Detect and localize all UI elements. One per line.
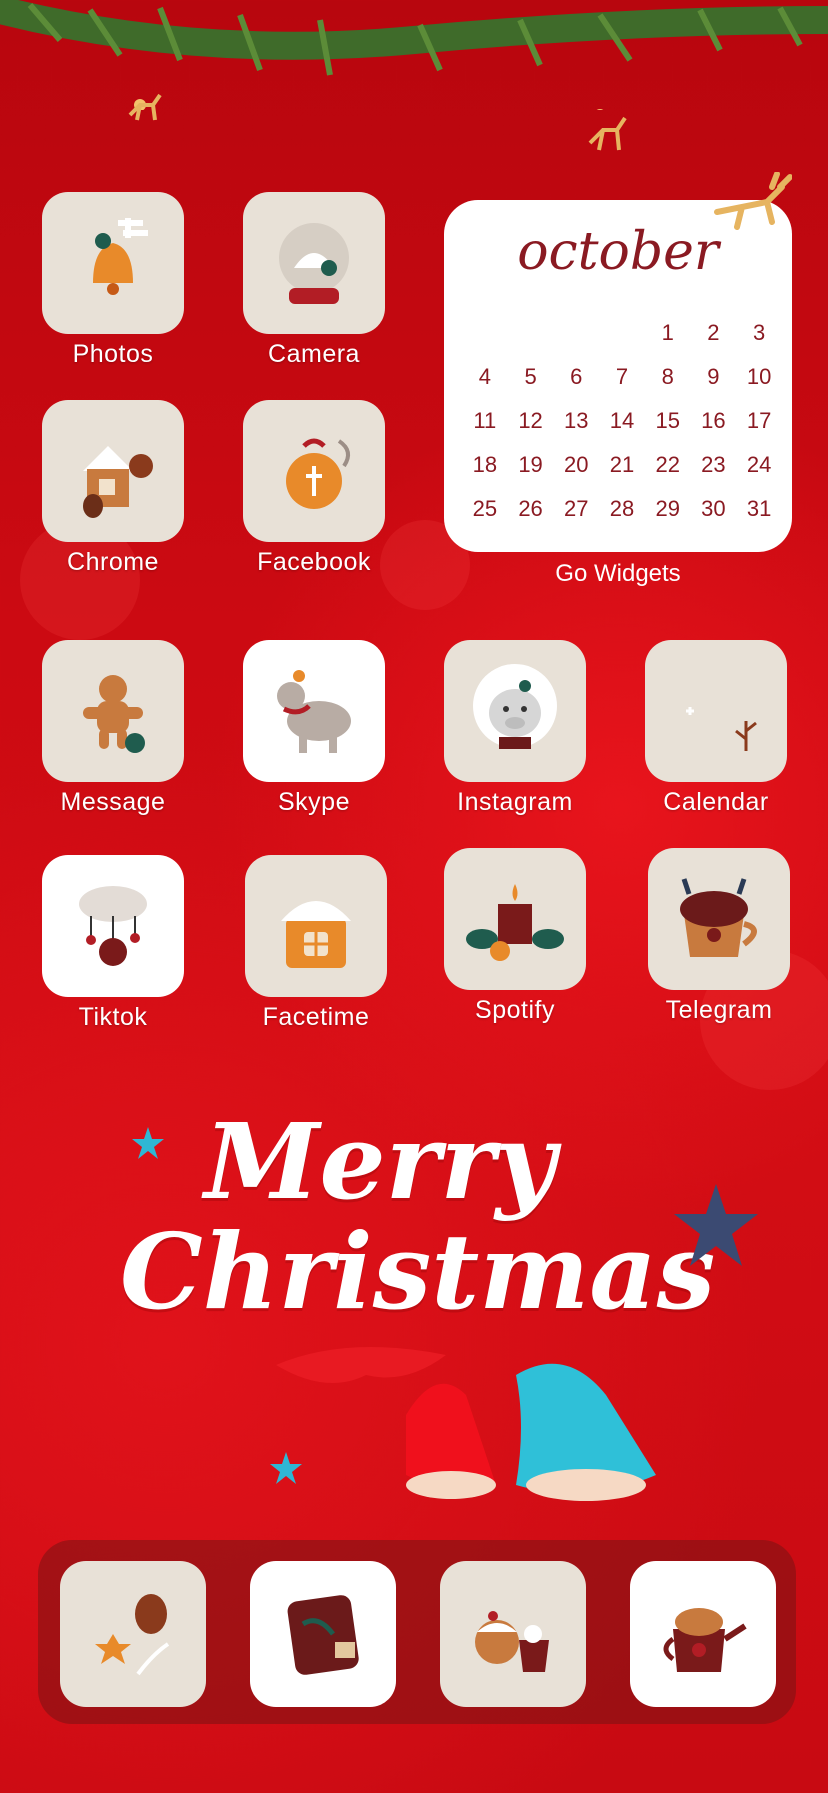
calendar-day: 4 — [478, 364, 491, 389]
calendar-day: 28 — [609, 496, 635, 521]
app-facetime[interactable]: Facetime — [245, 855, 387, 1032]
calendar-day: 26 — [518, 496, 543, 521]
banner-line1: Merry — [204, 1100, 556, 1223]
app-label: Camera — [268, 340, 360, 368]
calendar-day: 18 — [472, 452, 498, 477]
app-calendar[interactable]: Calendar — [645, 640, 787, 817]
widget-label: Go Widgets — [555, 560, 681, 587]
calendar-day: 3 — [753, 320, 766, 345]
reindeer-icon — [243, 640, 385, 782]
app-label: Chrome — [67, 548, 159, 576]
calendar-day — [553, 320, 599, 348]
reindeer-ornament-icon — [588, 116, 627, 151]
reindeer-cup-icon — [648, 848, 790, 990]
dock-app-3[interactable] — [440, 1561, 586, 1707]
app-label: Facebook — [257, 548, 371, 576]
app-message[interactable]: Message — [42, 640, 184, 817]
calendar-day: 21 — [609, 452, 635, 477]
calendar-day: 6 — [570, 364, 583, 389]
app-telegram[interactable]: Telegram — [648, 848, 790, 1025]
calendar-day: 30 — [701, 496, 726, 521]
snow-globe-icon — [243, 192, 385, 334]
calendar-day: 10 — [746, 364, 772, 389]
calendar-day: 14 — [609, 408, 635, 433]
calendar-day: 13 — [564, 408, 589, 433]
app-spotify[interactable]: Spotify — [444, 848, 586, 1025]
calendar-day: 23 — [701, 452, 726, 477]
calendar-day: 15 — [655, 408, 680, 433]
snowy-house-icon — [245, 855, 387, 997]
app-label: Calendar — [663, 788, 769, 816]
dock-app-2[interactable] — [250, 1561, 396, 1707]
calendar-day: 31 — [746, 496, 772, 521]
app-label: Message — [60, 788, 166, 816]
calendar-day: 24 — [746, 452, 772, 477]
calendar-day: 25 — [472, 496, 498, 521]
cow-icon — [444, 640, 586, 782]
calendar-day — [462, 320, 508, 348]
app-label: Telegram — [665, 996, 773, 1024]
reindeer-ornament-icon — [128, 93, 162, 121]
calendar-day: 16 — [701, 408, 726, 433]
star-icon — [674, 1184, 758, 1266]
app-label: Facetime — [262, 1003, 370, 1031]
calendar-day: 5 — [524, 364, 537, 389]
gingerbread-man-icon — [42, 640, 184, 782]
dock — [38, 1540, 796, 1724]
app-tiktok[interactable]: Tiktok — [42, 855, 184, 1032]
dock-app-4[interactable] — [630, 1561, 776, 1707]
calendar-grid: 1 2 3 4 5 6 7 8 9 10 11 12 13 14 15 16 17 18 19 20 21 22 23 24 2… — [462, 320, 782, 524]
app-instagram[interactable]: Instagram — [444, 640, 586, 817]
calendar-day: 9 — [707, 364, 720, 389]
banner-line2: Christmas — [120, 1210, 716, 1333]
app-label: Skype — [278, 788, 350, 816]
app-facebook[interactable]: Facebook — [243, 400, 385, 577]
app-label: Photos — [72, 340, 154, 368]
calendar-day: 1 — [661, 320, 674, 345]
calendar-day — [508, 320, 554, 348]
dock-app-1[interactable] — [60, 1561, 206, 1707]
ornament-icon — [243, 400, 385, 542]
pinecone-cookie-icon — [95, 1594, 170, 1676]
christmas-bells-icon — [276, 1347, 656, 1501]
cloud-ornaments-icon — [42, 855, 184, 997]
calendar-day: 20 — [564, 452, 589, 477]
calendar-day: 27 — [564, 496, 589, 521]
calendar-day: 12 — [518, 408, 543, 433]
merry-christmas-banner: Merry Christmas — [120, 1100, 716, 1333]
calendar-day: 2 — [707, 320, 720, 345]
calendar-day: 22 — [655, 452, 680, 477]
calendar-day: 29 — [655, 496, 680, 521]
calendar-day: 19 — [518, 452, 543, 477]
candle-wreath-icon — [444, 848, 586, 990]
star-icon — [132, 1127, 164, 1159]
app-label: Spotify — [475, 996, 555, 1024]
flying-reindeer-icon — [714, 172, 792, 230]
app-skype[interactable]: Skype — [243, 640, 385, 817]
app-label: Instagram — [457, 788, 573, 816]
calendar-day: 17 — [746, 408, 772, 433]
pudding-cocoa-icon — [475, 1611, 549, 1672]
calendar-widget[interactable]: october 1 2 3 4 5 6 7 8 9 10 11 12 13 14 15 16 17 18 19 20 2… — [444, 200, 792, 552]
calendar-day: 8 — [661, 364, 674, 389]
calendar-day — [599, 320, 645, 348]
teapot-icon — [663, 1608, 747, 1672]
app-photos[interactable]: Photos — [42, 192, 184, 369]
bell-snowflake-icon — [42, 192, 184, 334]
calendar-day: 7 — [615, 364, 629, 389]
gingerbread-house-icon — [42, 400, 184, 542]
app-camera[interactable]: Camera — [243, 192, 385, 369]
app-chrome[interactable]: Chrome — [42, 400, 184, 577]
app-label: Tiktok — [78, 1003, 148, 1031]
calendar-day: 11 — [473, 408, 497, 433]
gift-box-icon — [287, 1595, 359, 1675]
crescent-moon-icon — [645, 640, 787, 782]
